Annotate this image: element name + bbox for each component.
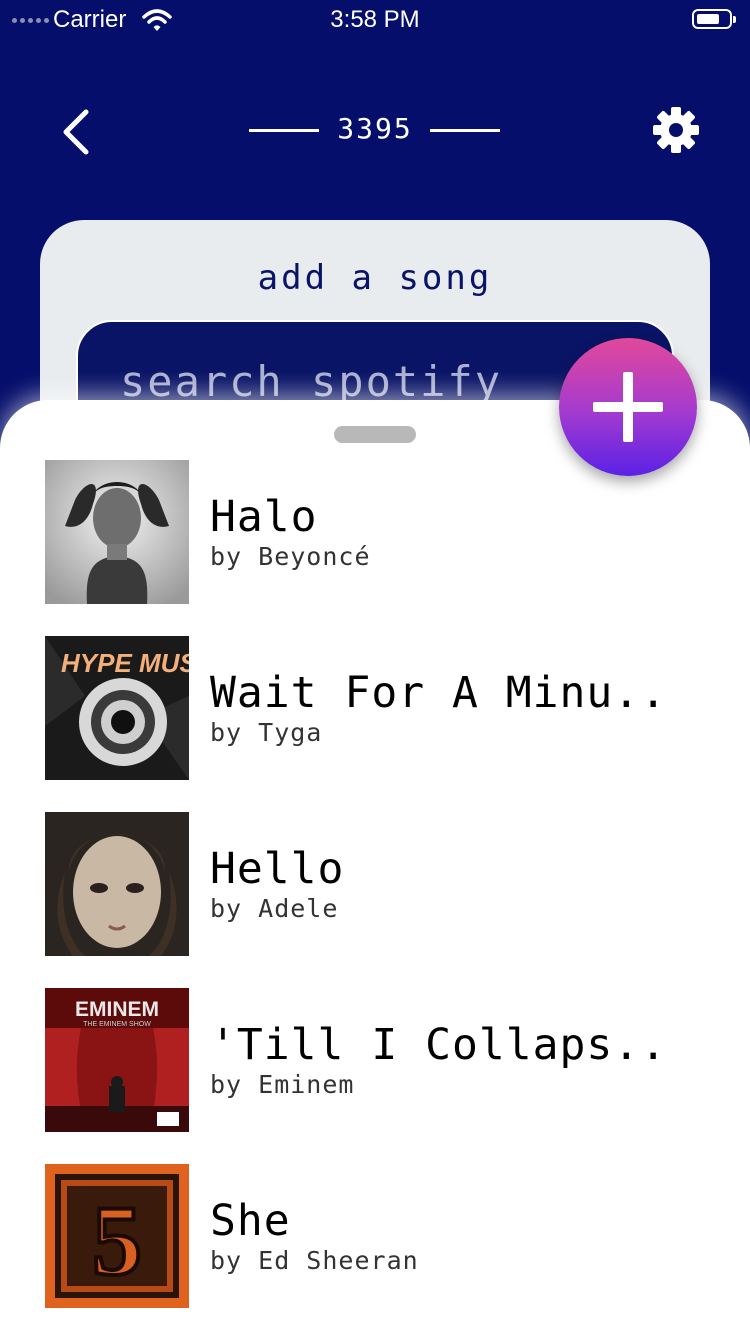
album-art — [45, 812, 189, 956]
list-item[interactable]: HYPE MUSIC Wait For A Minu.. by Tyga — [45, 636, 725, 780]
song-artist: by Eminem — [210, 1070, 355, 1099]
list-item[interactable]: EMINEM THE EMINEM SHOW 'Till I Collaps..… — [45, 988, 725, 1132]
song-title: 'Till I Collaps.. — [210, 1020, 668, 1070]
song-artist: by Adele — [210, 894, 339, 923]
album-art: 5 — [45, 1164, 189, 1308]
album-art-text: EMINEM — [75, 998, 159, 1021]
sheet-drag-handle[interactable] — [334, 426, 416, 443]
battery-icon — [692, 9, 736, 29]
song-artist: by Beyoncé — [210, 542, 371, 571]
song-title: Halo — [210, 492, 318, 542]
album-art — [45, 460, 189, 604]
album-art-text: 5 — [92, 1185, 142, 1296]
add-song-title: add a song — [257, 258, 493, 298]
song-artist: by Tyga — [210, 718, 323, 747]
song-artist: by Ed Sheeran — [210, 1246, 419, 1275]
list-item[interactable]: Hello by Adele — [45, 812, 725, 956]
song-title: She — [210, 1196, 291, 1246]
list-item[interactable]: Halo by Beyoncé — [45, 460, 725, 604]
song-list-sheet[interactable]: Halo by Beyoncé HYPE MUSIC Wait For A Mi… — [0, 400, 750, 1334]
gear-icon — [653, 107, 699, 153]
status-time: 3:58 PM — [330, 6, 420, 33]
status-bar: Carrier 3:58 PM — [0, 0, 750, 40]
list-item[interactable]: 5 She by Ed Sheeran — [45, 1164, 725, 1308]
room-code-line-right — [430, 129, 500, 132]
song-title: Hello — [210, 844, 345, 894]
settings-button[interactable] — [652, 106, 700, 154]
song-title: Wait For A Minu.. — [210, 668, 668, 718]
album-art-subtext: THE EMINEM SHOW — [83, 1021, 151, 1028]
room-code: 3395 — [337, 112, 413, 145]
album-art-text: HYPE MUSIC — [61, 648, 189, 678]
plus-icon — [593, 372, 663, 442]
album-art: HYPE MUSIC — [45, 636, 189, 780]
add-song-button[interactable] — [559, 338, 697, 476]
album-art: EMINEM THE EMINEM SHOW — [45, 988, 189, 1132]
